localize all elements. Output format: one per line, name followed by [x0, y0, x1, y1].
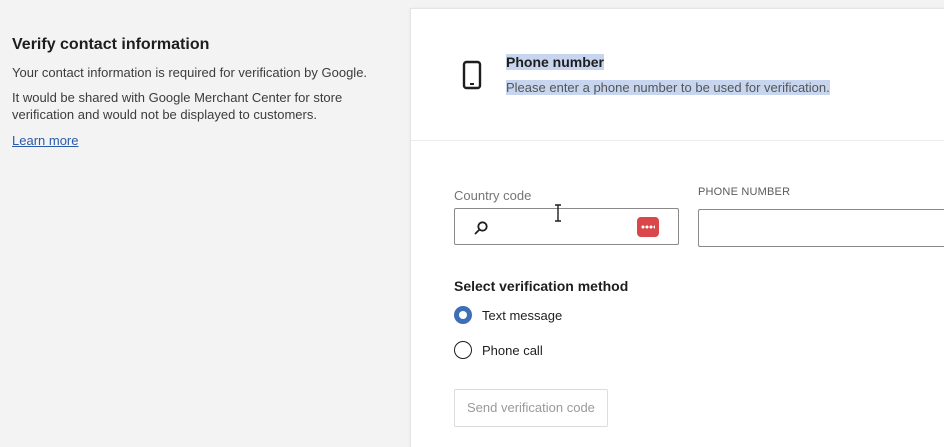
- radio-selected[interactable]: [454, 306, 472, 324]
- phone-number-title: Phone number: [506, 54, 605, 70]
- radio-unselected[interactable]: [454, 341, 472, 359]
- verification-method-title: Select verification method: [454, 278, 629, 294]
- text-message-option[interactable]: Text message: [454, 306, 562, 324]
- phone-call-label: Phone call: [482, 342, 543, 358]
- section-title: Verify contact information: [12, 36, 210, 53]
- send-verification-code-button[interactable]: Send verification code: [454, 389, 608, 427]
- phone-number-subtitle-text: Please enter a phone number to be used f…: [506, 80, 830, 95]
- country-code-label: Country code: [454, 188, 532, 203]
- country-code-input[interactable]: [454, 208, 679, 245]
- info-column: Verify contact information Your contact …: [12, 36, 387, 150]
- info-paragraph: It would be shared with Google Merchant …: [12, 90, 343, 122]
- phone-number-input[interactable]: [698, 209, 944, 247]
- text-cursor-icon: [555, 204, 561, 222]
- card-header: Phone number Please enter a phone number…: [411, 9, 944, 141]
- password-manager-icon[interactable]: [637, 217, 659, 237]
- info-paragraph: Your contact information is required for…: [12, 65, 368, 80]
- phone-number-title-text: Phone number: [506, 54, 605, 70]
- phone-number-label: PHONE NUMBER: [698, 186, 791, 198]
- smartphone-icon: [462, 60, 482, 90]
- learn-more-link[interactable]: Learn more: [12, 133, 78, 148]
- phone-call-option[interactable]: Phone call: [454, 341, 543, 359]
- phone-card: Phone number Please enter a phone number…: [410, 8, 944, 447]
- text-message-label: Text message: [482, 307, 563, 323]
- phone-number-subtitle: Please enter a phone number to be used f…: [506, 80, 830, 95]
- search-icon: [474, 221, 488, 235]
- page: Verify contact information Your contact …: [0, 0, 944, 447]
